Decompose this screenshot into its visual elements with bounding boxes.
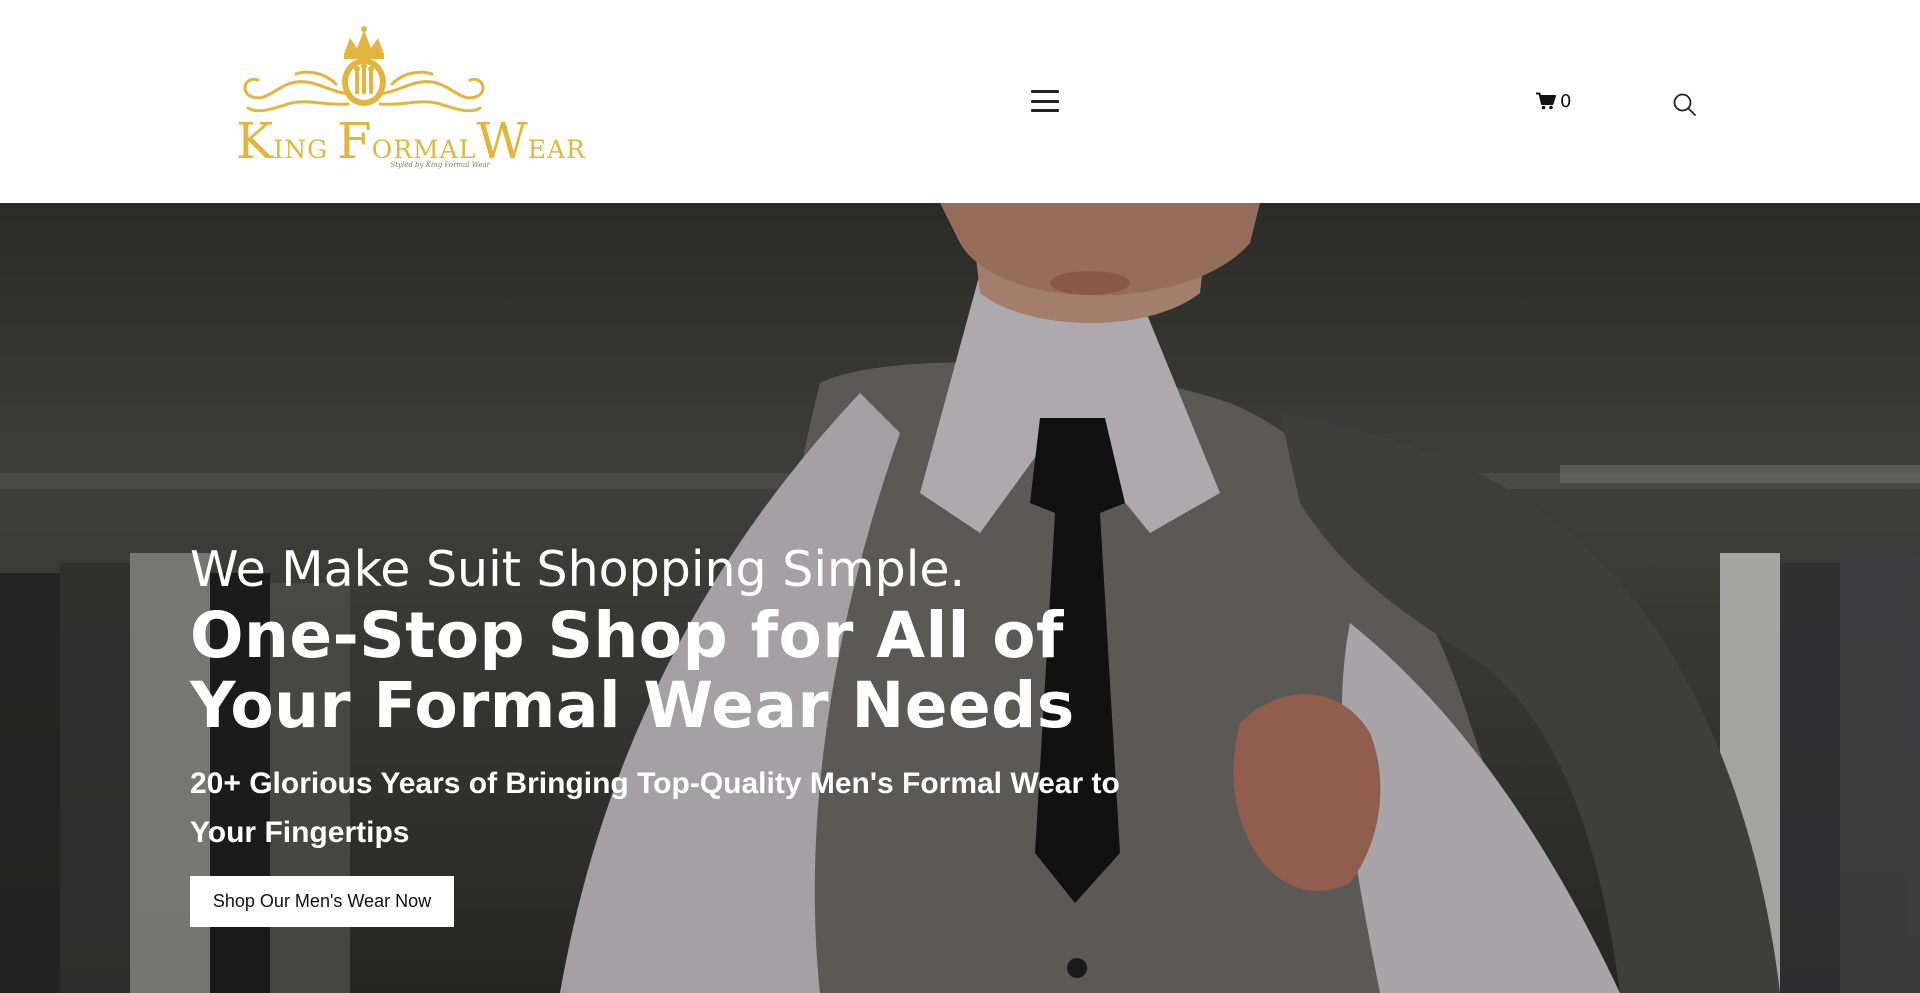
hero-title: One-Stop Shop for All of Your Formal Wea… [190, 598, 1075, 742]
brand-logo[interactable]: KING FORMALWEAR Styled by King Formal We… [236, 24, 586, 174]
cart-count: 0 [1560, 90, 1572, 112]
site-header: KING FORMALWEAR Styled by King Formal We… [0, 0, 1920, 203]
crown-crest-icon [243, 26, 485, 113]
search-icon[interactable] [1672, 92, 1698, 118]
hero-banner: We Make Suit Shopping Simple. One-Stop S… [0, 203, 1920, 993]
hamburger-menu-icon[interactable] [1028, 88, 1062, 114]
menu-bar [1031, 90, 1059, 93]
hero-subtitle: 20+ Glorious Years of Bringing Top-Quali… [190, 766, 1120, 849]
brand-tagline: Styled by King Formal Wear [390, 161, 490, 169]
cart-button[interactable]: 0 [1536, 89, 1571, 113]
shopping-cart-icon [1536, 92, 1556, 110]
hero-eyebrow: We Make Suit Shopping Simple. [190, 541, 966, 598]
brand-wordmark: KING FORMALWEAR [236, 112, 586, 170]
menu-bar [1031, 109, 1059, 112]
menu-bar [1031, 99, 1059, 103]
hero-content: We Make Suit Shopping Simple. One-Stop S… [190, 543, 1190, 927]
shop-mens-wear-button[interactable]: Shop Our Men's Wear Now [190, 875, 454, 927]
